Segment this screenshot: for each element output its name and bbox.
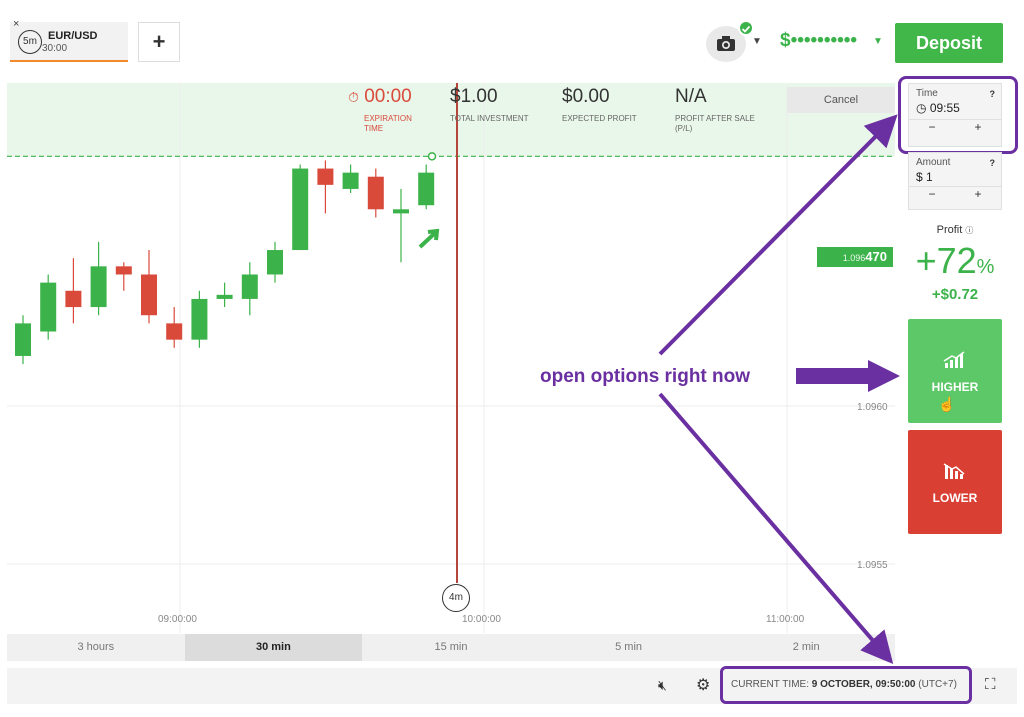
check-icon [738, 20, 754, 36]
timer-icon: ⏱ [348, 89, 359, 105]
asset-tab-eurusd[interactable]: × 5m EUR/USD 30:00 [10, 18, 128, 62]
mute-icon[interactable]: 🔇︎ [658, 677, 667, 694]
current-time-value: 9 OCTOBER, 09:50:00 [811, 679, 916, 690]
price-prefix: 1.096 [842, 253, 866, 263]
timeframe-3-hours[interactable]: 3 hours [7, 634, 185, 661]
y-tick-label: 1.0955 [857, 560, 888, 571]
timeframe-15-min[interactable]: 15 min [362, 634, 540, 661]
asset-countdown: 30:00 [42, 43, 68, 54]
investment-value: $1.00 [450, 86, 498, 107]
expiration-stat: ⏱ 00:00 EXPIRATION TIME [348, 86, 428, 134]
profit-label: Profit ⓘ [936, 224, 974, 236]
current-time-label: CURRENT TIME: [731, 679, 809, 690]
asset-name: EUR/USD [48, 30, 98, 42]
investment-label: TOTAL INVESTMENT [450, 114, 529, 123]
trading-app: × 5m EUR/USD 30:00 + ▼ $•••••••••• ▼ Dep… [0, 0, 1024, 717]
current-price-tag: 1.096470 [817, 247, 893, 267]
add-asset-button[interactable]: + [138, 22, 180, 62]
annotation-text: open options right now [540, 366, 751, 387]
amount-input[interactable]: $ 1 [909, 168, 1001, 188]
trend-arrow-icon [418, 228, 440, 249]
timeframe-2-min[interactable]: 2 min [717, 634, 895, 661]
cancel-button[interactable]: Cancel [787, 87, 895, 113]
candle-body [15, 323, 31, 356]
candle-body [292, 168, 309, 251]
y-tick-label: 1.0960 [857, 402, 888, 413]
trend-down-icon [908, 462, 1002, 485]
timeframe-5-min[interactable]: 5 min [540, 634, 718, 661]
candle-body [115, 266, 132, 275]
help-icon[interactable]: ? [990, 158, 996, 168]
candle-body [191, 298, 208, 340]
x-tick-label: 10:00:00 [462, 614, 501, 625]
amount-field[interactable]: Amount ? $ 1 − + [908, 152, 1002, 210]
close-icon[interactable]: × [13, 18, 19, 30]
amount-plus-button[interactable]: + [955, 187, 1001, 202]
chevron-down-icon[interactable]: ▼ [752, 36, 762, 47]
candlestick-chart [7, 83, 895, 633]
lower-label: LOWER [932, 491, 978, 505]
candle-body [40, 282, 57, 332]
candle-body [216, 294, 233, 299]
after-sale-value: N/A [675, 86, 707, 107]
account-balance[interactable]: $•••••••••• [780, 30, 857, 52]
candle-body [418, 172, 435, 206]
timeframe-30-min[interactable]: 30 min [184, 634, 363, 661]
expiration-value: 00:00 [364, 86, 412, 107]
amount-minus-button[interactable]: − [909, 187, 955, 202]
expected-profit-value: $0.00 [562, 86, 610, 107]
x-tick-label: 09:00:00 [158, 614, 197, 625]
candle-body [241, 274, 258, 299]
after-sale-stat: N/A PROFIT AFTER SALE (P/L) [675, 86, 755, 134]
candle-body [317, 168, 334, 185]
expected-profit-label: EXPECTED PROFIT [562, 114, 637, 123]
info-icon: ⓘ [965, 226, 974, 235]
higher-label: HIGHER [931, 380, 979, 394]
chevron-down-icon[interactable]: ▼ [873, 36, 883, 47]
fullscreen-icon[interactable]: ⛶ [985, 676, 996, 693]
candle-body [393, 209, 409, 214]
candle-body [342, 172, 359, 189]
trend-up-icon [908, 351, 1002, 374]
timeframe-badge: 5m [18, 30, 42, 54]
current-time-display: CURRENT TIME: 9 OCTOBER, 09:50:00 (UTC+7… [720, 666, 972, 704]
expected-profit-stat: $0.00 EXPECTED PROFIT [562, 86, 642, 124]
price-chart[interactable] [7, 83, 895, 633]
profit-amount: +$0.72 [931, 286, 979, 303]
timeframe-bar: 3 hours 30 min 15 min 5 min 2 min [7, 634, 895, 661]
candle-body [141, 274, 157, 316]
candle-body [166, 323, 183, 340]
top-bar: × 5m EUR/USD 30:00 + ▼ $•••••••••• ▼ Dep… [0, 0, 1024, 76]
candle-body [90, 266, 107, 308]
amount-label: Amount [916, 157, 951, 168]
profit-percent: +72% [915, 240, 995, 281]
hand-cursor-icon: ☝ [938, 396, 956, 412]
price-suffix: 470 [865, 249, 887, 264]
candle-body [367, 176, 384, 210]
candle-body [65, 290, 82, 308]
x-tick-label: 11:00:00 [766, 614, 805, 625]
investment-stat: $1.00 TOTAL INVESTMENT [450, 86, 530, 124]
expiration-label: EXPIRATION TIME [364, 114, 412, 133]
after-sale-label: PROFIT AFTER SALE (P/L) [675, 114, 755, 133]
time-highlight-frame [898, 76, 1018, 154]
timezone: (UTC+7) [918, 679, 957, 690]
lower-button[interactable]: LOWER [908, 430, 1002, 534]
current-price-dot [427, 152, 437, 161]
candle-body [267, 250, 283, 275]
expiry-timer-marker: 4m [442, 584, 470, 612]
deposit-button[interactable]: Deposit [895, 23, 1003, 63]
gear-icon[interactable]: ⚙ [696, 675, 710, 695]
